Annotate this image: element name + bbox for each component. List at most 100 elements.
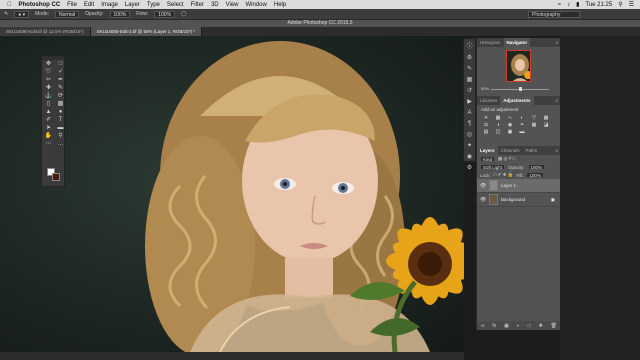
spotlight-icon[interactable]: ⚲ <box>618 1 622 8</box>
type-tool-icon[interactable]: T <box>55 117 66 124</box>
exposure-icon[interactable]: ◐ <box>517 116 527 121</box>
workspace-select[interactable]: Photography <box>528 10 580 18</box>
styles-icon[interactable]: ✦ <box>466 142 474 150</box>
lasso-tool-icon[interactable]: ➰ <box>43 69 54 76</box>
clock[interactable]: Tue 21:25 <box>585 2 612 8</box>
tab-libraries[interactable]: Libraries <box>477 96 500 105</box>
new-adjustment-icon[interactable]: ◐ <box>517 323 520 329</box>
menu-3d[interactable]: 3D <box>211 2 219 8</box>
invert-icon[interactable]: ◪ <box>541 123 551 128</box>
menu-layer[interactable]: Layer <box>125 2 140 8</box>
opacity-field[interactable]: 100% <box>109 10 131 18</box>
panel-menu-icon[interactable]: ≡ <box>555 148 558 153</box>
blur-tool-icon[interactable]: ▲ <box>43 109 54 116</box>
doc-tab-2[interactable]: SKU24080-Edit-2.tif @ 50% (Layer 1, RGB/… <box>90 27 202 36</box>
vibrance-icon[interactable]: ▽ <box>529 116 539 121</box>
character-icon[interactable]: A <box>466 109 474 117</box>
menu-file[interactable]: File <box>67 2 77 8</box>
apple-icon[interactable]:  <box>7 2 12 8</box>
add-mask-icon[interactable]: ▣ <box>504 323 509 329</box>
visibility-eye-icon[interactable]: 👁 <box>480 197 486 203</box>
history-brush-tool-icon[interactable]: ⟳ <box>55 93 66 100</box>
delete-layer-icon[interactable]: 🗑 <box>551 323 557 329</box>
wifi-icon[interactable]: ≈ <box>558 2 561 8</box>
edit-toolbar-icon[interactable]: … <box>55 141 66 148</box>
actions-icon[interactable]: ▶ <box>466 98 474 106</box>
layer-row-background[interactable]: 👁 Background ▣ <box>477 193 560 207</box>
color-lookup-icon[interactable]: ▦ <box>529 123 539 128</box>
menu-help[interactable]: Help <box>274 2 286 8</box>
clone-source-icon[interactable]: ◎ <box>466 131 474 139</box>
zoom-slider[interactable]: 50% <box>481 86 557 92</box>
app-menu[interactable]: Photoshop CC <box>19 2 61 8</box>
airbrush-icon[interactable]: ◯ <box>181 11 187 17</box>
layer-opacity-field[interactable]: 100% <box>527 164 546 170</box>
navigator-thumbnail[interactable] <box>506 50 531 82</box>
info-icon[interactable]: ⓘ <box>466 43 474 51</box>
layer-filter-kind[interactable]: Kind <box>480 156 496 162</box>
hue-saturation-icon[interactable]: ▦ <box>541 116 551 121</box>
layer-style-icon[interactable]: fx <box>492 323 496 329</box>
tab-channels[interactable]: Channels <box>498 146 523 155</box>
black-white-icon[interactable]: ◑ <box>493 123 503 128</box>
panel-menu-icon[interactable]: ≡ <box>555 40 558 45</box>
blend-mode-select[interactable]: Soft Light <box>480 164 506 170</box>
levels-icon[interactable]: ▩ <box>493 116 503 121</box>
brush-presets-icon[interactable]: ✎ <box>466 65 474 73</box>
quick-select-tool-icon[interactable]: ✓ <box>55 69 66 76</box>
path-select-tool-icon[interactable]: ➤ <box>43 125 54 132</box>
zoom-tool-icon[interactable]: ⚲ <box>55 133 66 140</box>
curves-icon[interactable]: ∿ <box>505 116 515 121</box>
clone-stamp-tool-icon[interactable]: ⚓ <box>43 93 54 100</box>
tab-paths[interactable]: Paths <box>523 146 541 155</box>
tab-adjustments[interactable]: Adjustments <box>500 96 534 105</box>
crop-tool-icon[interactable]: ✂ <box>43 77 54 84</box>
channels-icon[interactable]: ◉ <box>466 153 474 161</box>
healing-tool-icon[interactable]: ✚ <box>43 85 54 92</box>
hand-tool-icon[interactable]: ✋ <box>43 133 54 140</box>
doc-tab-1[interactable]: SKU24080-Edit.tif @ 12.5% (RGB/16*) <box>0 27 91 36</box>
tool-presets-icon[interactable]: ⚙ <box>466 164 474 172</box>
eyedropper-tool-icon[interactable]: ✒ <box>55 77 66 84</box>
selective-color-icon[interactable]: ▣ <box>505 130 515 135</box>
gradient-tool-icon[interactable]: ▩ <box>55 101 66 108</box>
properties-icon[interactable]: ⚙ <box>466 54 474 62</box>
dodge-tool-icon[interactable]: ● <box>55 109 66 116</box>
swatches-icon[interactable]: ▦ <box>466 76 474 84</box>
mode-select[interactable]: Normal <box>55 10 80 18</box>
background-color-swatch[interactable] <box>52 173 60 181</box>
volume-icon[interactable]: ♪ <box>567 2 570 8</box>
shape-tool-icon[interactable]: ▬ <box>55 125 66 132</box>
menu-type[interactable]: Type <box>147 2 160 8</box>
gradient-map-icon[interactable]: ▬ <box>517 130 527 135</box>
color-balance-icon[interactable]: ⚖ <box>481 123 491 128</box>
menu-edit[interactable]: Edit <box>84 2 94 8</box>
more-tools-icon[interactable]: ⋯ <box>43 141 54 148</box>
tab-layers[interactable]: Layers <box>477 146 498 155</box>
photo-filter-icon[interactable]: ◉ <box>505 123 515 128</box>
paragraph-icon[interactable]: ¶ <box>466 120 474 128</box>
channel-mixer-icon[interactable]: ⚭ <box>517 123 527 128</box>
link-layers-icon[interactable]: ∞ <box>481 323 485 329</box>
tab-histogram[interactable]: Histogram <box>477 38 504 47</box>
brush-size-picker[interactable]: ● ▾ <box>14 10 30 18</box>
history-icon[interactable]: ↺ <box>466 87 474 95</box>
layer-row-layer-1[interactable]: 👁 Layer 1 <box>477 179 560 193</box>
new-layer-icon[interactable]: ✚ <box>539 323 543 329</box>
brush-tool-icon[interactable]: ✎ <box>4 11 8 17</box>
brush-tool-icon[interactable]: ✎ <box>55 85 66 92</box>
threshold-icon[interactable]: ◫ <box>493 130 503 135</box>
list-icon[interactable]: ☰ <box>629 1 634 8</box>
brightness-contrast-icon[interactable]: ☀ <box>481 116 491 121</box>
menu-window[interactable]: Window <box>246 2 267 8</box>
fill-field[interactable]: 100% <box>526 172 544 178</box>
marquee-tool-icon[interactable]: □ <box>55 61 66 68</box>
document-canvas[interactable] <box>0 36 464 352</box>
menu-image[interactable]: Image <box>101 2 118 8</box>
move-tool-icon[interactable]: ✥ <box>43 61 54 68</box>
tab-navigator[interactable]: Navigator <box>503 38 531 47</box>
lock-icons[interactable]: □ ✐ ✥ 🔒 <box>494 172 514 178</box>
eraser-tool-icon[interactable]: ▯ <box>43 101 54 108</box>
panel-menu-icon[interactable]: ≡ <box>555 98 558 103</box>
new-group-icon[interactable]: □ <box>528 323 531 329</box>
